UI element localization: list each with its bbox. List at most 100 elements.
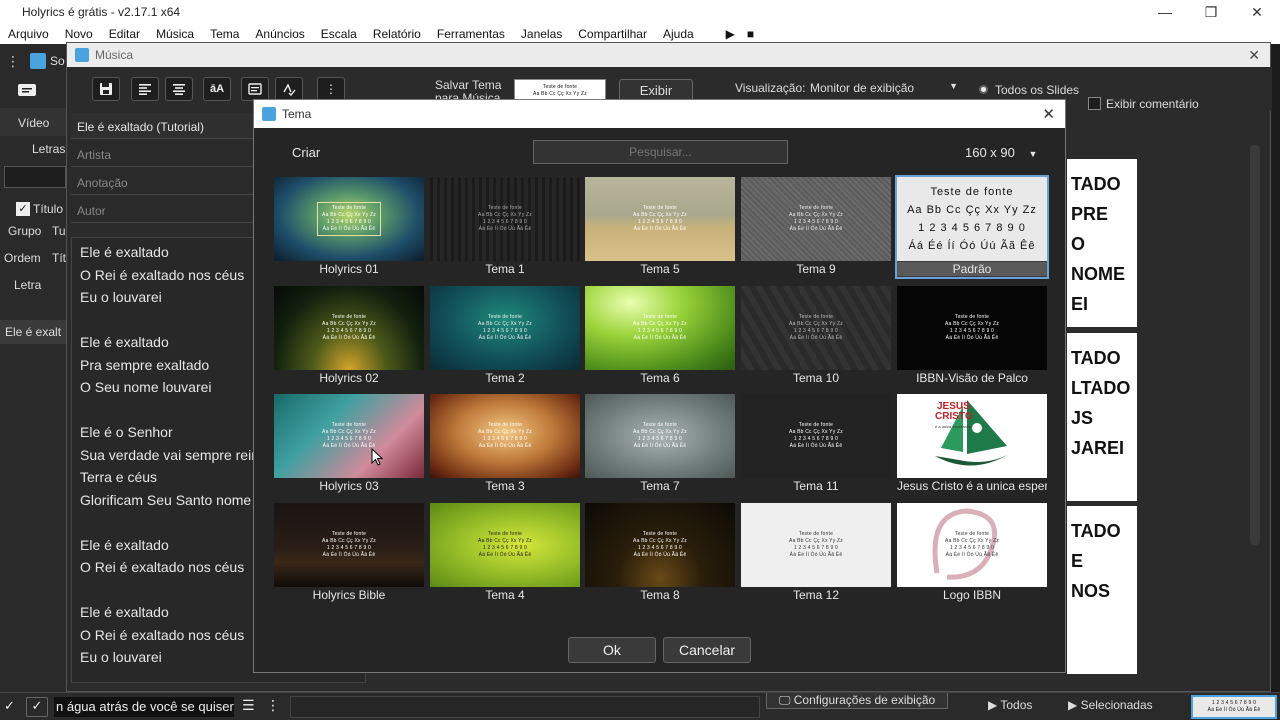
theme-sample-line: Áá Éé Íí Óó Úú Ãã Êê: [322, 226, 376, 232]
theme-thumbnail: Teste de fonte Aa Bb Cc Çç Xx Yy Zz 1 2 3 …: [585, 503, 735, 587]
close-icon[interactable]: ✕: [1042, 105, 1055, 123]
preview-slide-line: TADO: [1071, 348, 1121, 368]
theme-item[interactable]: Teste de fonte Aa Bb Cc Çç Xx Yy Zz 1 2 3 …: [741, 503, 891, 603]
mini-preview[interactable]: 1 2 3 4 5 6 7 8 9 0 Áá Éé Íí Óó Úú Ãã Êê: [1191, 695, 1277, 719]
list-icon[interactable]: ☰: [242, 697, 255, 714]
more-icon[interactable]: ⋮: [6, 53, 20, 70]
tab-partial[interactable]: So: [50, 54, 65, 68]
todos-slides-radio[interactable]: [979, 85, 988, 94]
ok-button[interactable]: Ok: [568, 637, 656, 663]
preview-scrollbar[interactable]: [1250, 145, 1260, 545]
theme-sample-line: Aa Bb Cc Çç Xx Yy Zz: [478, 212, 532, 218]
size-select[interactable]: 160 x 90 ▼: [965, 145, 1037, 160]
preview-slide-3[interactable]: TADO E NOS: [1067, 506, 1137, 674]
theme-item[interactable]: Teste de fonte Aa Bb Cc Çç Xx Yy Zz 1 2 3 …: [274, 394, 424, 494]
menu-musica[interactable]: Música: [148, 27, 202, 41]
chevron-down-icon: ▼: [949, 81, 958, 91]
theme-item[interactable]: Teste de fonte Aa Bb Cc Çç Xx Yy Zz 1 2 3 …: [895, 175, 1049, 279]
config-exibicao-button[interactable]: 🖵 Configurações de exibição: [766, 693, 948, 709]
selecionadas-button[interactable]: ▶ Selecionadas: [1068, 698, 1153, 712]
mini-preview-line1: 1 2 3 4 5 6 7 8 9 0: [1211, 700, 1257, 706]
text-case-icon[interactable]: āA: [203, 77, 231, 101]
theme-item[interactable]: Teste de fonte Aa Bb Cc Çç Xx Yy Zz 1 2 3 …: [741, 177, 891, 277]
tema-preview-line2: Aa Bb Cc Çç Xx Yy Zz: [533, 91, 587, 97]
theme-sample-line: Aa Bb Cc Çç Xx Yy Zz: [633, 321, 687, 327]
mouse-cursor-icon: [371, 447, 384, 466]
menu-editar[interactable]: Editar: [101, 27, 148, 41]
theme-item[interactable]: Teste de fonte Aa Bb Cc Çç Xx Yy Zz 1 2 3 …: [897, 286, 1047, 386]
check-icon[interactable]: ✓: [4, 698, 18, 713]
theme-item[interactable]: Teste de fonte Aa Bb Cc Çç Xx Yy Zz 1 2 3 …: [274, 286, 424, 386]
exibir-comentario-checkbox[interactable]: [1088, 97, 1101, 110]
play-icon[interactable]: ▶: [726, 27, 735, 41]
theme-grid: Teste de fonte Aa Bb Cc Çç Xx Yy Zz 1 2 3 …: [274, 175, 1054, 617]
theme-sample-line: Aa Bb Cc Çç Xx Yy Zz: [789, 321, 843, 327]
search-field[interactable]: [4, 166, 66, 188]
confirm-icon[interactable]: ✓: [26, 697, 48, 717]
selecionadas-label: Selecionadas: [1080, 698, 1153, 712]
save-icon[interactable]: [92, 77, 120, 101]
theme-name: Tema 10: [792, 371, 840, 385]
menu-tema[interactable]: Tema: [202, 27, 247, 41]
menu-anuncios[interactable]: Anúncios: [247, 27, 312, 41]
ordem-value[interactable]: Tít: [52, 251, 66, 265]
menu-ferramentas[interactable]: Ferramentas: [429, 27, 513, 41]
theme-item[interactable]: Teste de fonte Aa Bb Cc Çç Xx Yy Zz 1 2 3 …: [430, 177, 580, 277]
preview-slide-2[interactable]: TADO LTADO JS JAREI: [1067, 333, 1137, 501]
titulo-checkbox[interactable]: ✓: [16, 202, 30, 216]
format-icon[interactable]: [241, 77, 269, 101]
spellcheck-icon[interactable]: [275, 77, 303, 101]
theme-thumbnail: Teste de fonte Aa Bb Cc Çç Xx Yy Zz 1 2 3 …: [741, 503, 891, 587]
letras-label: Letras: [32, 142, 66, 156]
theme-name: Padrão: [897, 262, 1047, 276]
grupo-value[interactable]: Tu: [52, 224, 66, 238]
theme-item[interactable]: Teste de fonte Aa Bb Cc Çç Xx Yy Zz 1 2 3 …: [741, 394, 891, 494]
theme-sample-line: 1 2 3 4 5 6 7 8 9 0: [637, 219, 683, 225]
theme-sample-line: 1 2 3 4 5 6 7 8 9 0: [482, 219, 528, 225]
more-icon[interactable]: ⋮: [266, 697, 280, 714]
align-left-icon[interactable]: [131, 77, 159, 101]
criar-button[interactable]: Criar: [292, 145, 320, 160]
theme-item[interactable]: Teste de fonte Aa Bb Cc Çç Xx Yy Zz 1 2 3 …: [430, 503, 580, 603]
theme-item[interactable]: Teste de fonte Aa Bb Cc Çç Xx Yy Zz 1 2 3 …: [585, 177, 735, 277]
search-input[interactable]: [533, 140, 788, 164]
close-icon[interactable]: ✕: [1248, 47, 1260, 64]
preview-slide-line: LTADO: [1071, 378, 1131, 398]
theme-item[interactable]: Teste de fonte Aa Bb Cc Çç Xx Yy Zz 1 2 3 …: [274, 503, 424, 603]
menu-arquivo[interactable]: Arquivo: [0, 27, 57, 41]
theme-item[interactable]: Teste de fonte Aa Bb Cc Çç Xx Yy Zz 1 2 3 …: [897, 503, 1047, 603]
theme-name: Holyrics Bible: [312, 588, 386, 602]
song-list-item[interactable]: Ele é exalt: [0, 320, 66, 344]
theme-item[interactable]: Teste de fonte Aa Bb Cc Çç Xx Yy Zz 1 2 3 …: [585, 286, 735, 386]
visualizacao-select[interactable]: Monitor de exibição ▼: [810, 81, 962, 95]
todos-button[interactable]: ▶ Todos: [988, 698, 1032, 712]
close-icon[interactable]: ✕: [1234, 4, 1280, 21]
tab-video[interactable]: Vídeo: [0, 108, 66, 136]
maximize-icon[interactable]: ❐: [1188, 4, 1234, 21]
preview-slide-1-lines: TADO PRE O NOME EI: [1067, 169, 1137, 319]
theme-item[interactable]: Teste de fonte Aa Bb Cc Çç Xx Yy Zz 1 2 3 …: [741, 286, 891, 386]
minimize-icon[interactable]: —: [1142, 4, 1188, 21]
theme-item[interactable]: Teste de fonte Aa Bb Cc Çç Xx Yy Zz 1 2 3 …: [585, 394, 735, 494]
menu-ajuda[interactable]: Ajuda: [655, 27, 702, 41]
theme-item[interactable]: Teste de fonte Aa Bb Cc Çç Xx Yy Zz 1 2 3 …: [430, 286, 580, 386]
theme-item[interactable]: JESUS CRISTO é a única esperança Jesus Cris…: [897, 394, 1047, 494]
theme-item[interactable]: Teste de fonte Aa Bb Cc Çç Xx Yy Zz 1 2 3 …: [585, 503, 735, 603]
menu-escala[interactable]: Escala: [313, 27, 365, 41]
align-center-icon[interactable]: [165, 77, 193, 101]
theme-sample-line: Aa Bb Cc Çç Xx Yy Zz: [633, 538, 687, 544]
preview-slide-1[interactable]: TADO PRE O NOME EI: [1067, 159, 1137, 327]
theme-item[interactable]: Teste de fonte Aa Bb Cc Çç Xx Yy Zz 1 2 3 …: [274, 177, 424, 277]
theme-sample-text: Teste de fonte Aa Bb Cc Çç Xx Yy Zz 1 2 3 …: [317, 202, 381, 236]
menu-compartilhar[interactable]: Compartilhar: [570, 27, 655, 41]
theme-item[interactable]: Teste de fonte Aa Bb Cc Çç Xx Yy Zz 1 2 3 …: [430, 394, 580, 494]
theme-sample-line: 1 2 3 4 5 6 7 8 9 0: [482, 328, 528, 334]
theme-sample-line: Teste de fonte: [930, 186, 1014, 198]
menu-novo[interactable]: Novo: [57, 27, 101, 41]
stop-icon[interactable]: ■: [747, 27, 754, 41]
chat-icon[interactable]: [16, 82, 38, 100]
menu-relatorio[interactable]: Relatório: [365, 27, 429, 41]
cancelar-button[interactable]: Cancelar: [663, 637, 751, 663]
more-options-icon[interactable]: ⋮: [317, 77, 345, 101]
menu-janelas[interactable]: Janelas: [513, 27, 570, 41]
